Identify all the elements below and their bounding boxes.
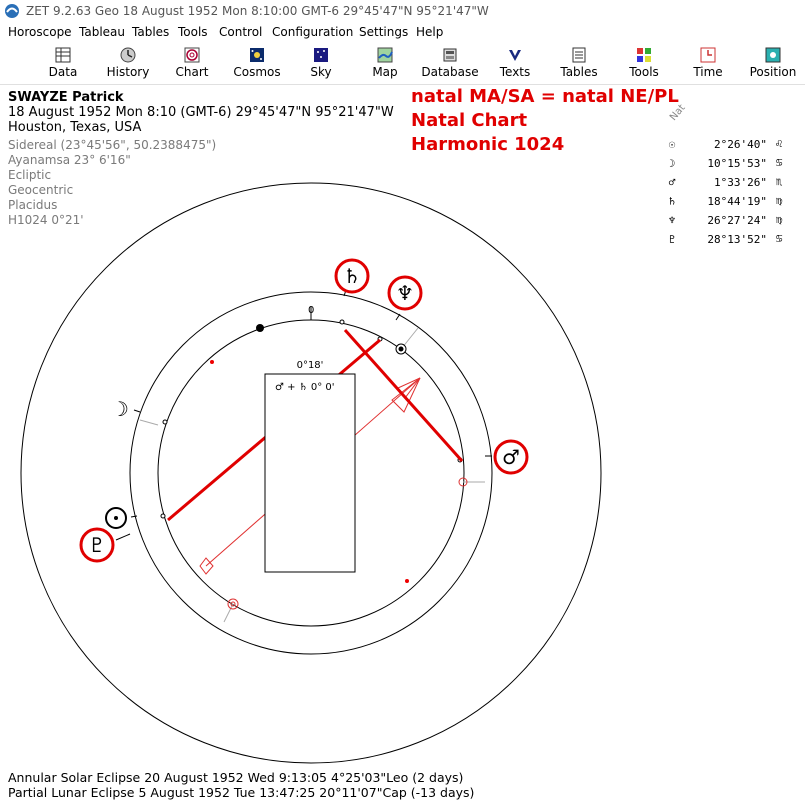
saturn-icon: ♄ [668, 195, 676, 208]
setting-ayanamsa: Ayanamsa 23° 6'16" [8, 153, 131, 167]
moon-glyph: ☽ [111, 397, 129, 421]
planet-row-saturn[interactable]: ♄ 18°44'19" ♍ [665, 194, 805, 213]
mars-icon: ♂ [668, 176, 676, 189]
person-name: SWAYZE Patrick [8, 90, 124, 105]
moon-tick [133, 409, 141, 413]
sun-glyph-dot [114, 516, 118, 520]
axis-stub [139, 419, 159, 426]
planet-position: 26°27'24" [707, 214, 767, 227]
box-angle: 0°18' [297, 360, 324, 371]
neptune-tick [395, 313, 401, 321]
setting-houses: Placidus [8, 198, 58, 212]
setting-harmonic: H1024 0°21' [8, 213, 84, 227]
pluto-tick [115, 533, 131, 541]
scorpio-icon: ♏ [775, 175, 783, 188]
planet-row-pluto[interactable]: ♇ 28°13'52" ♋ [665, 232, 805, 251]
ascendant-dot [256, 324, 264, 332]
eclipse-lunar: Partial Lunar Eclipse 5 August 1952 Tue … [8, 785, 475, 800]
midpoint-box [264, 373, 356, 573]
sun-marker-core [398, 346, 404, 352]
pluto-glyph: ♇ [88, 533, 106, 557]
red-dot [210, 360, 214, 364]
pluto-icon: ♇ [668, 233, 676, 246]
planet-row-moon[interactable]: ☽ 10°15'53" ♋ [665, 156, 805, 175]
person-datetime: 18 August 1952 Mon 8:10 (GMT-6) 29°45'47… [8, 105, 394, 120]
virgo-icon: ♍ [775, 194, 783, 207]
red-dot [405, 579, 409, 583]
leo-icon: ♌ [775, 137, 783, 150]
setting-coordinates: Ecliptic [8, 168, 52, 182]
person-place: Houston, Texas, USA [8, 120, 142, 135]
sun-tick [130, 515, 138, 518]
planet-row-sun[interactable]: ☉ 2°26'40" ♌ [665, 137, 805, 156]
planet-row-neptune[interactable]: ♆ 26°27'24" ♍ [665, 213, 805, 232]
planet-position: 1°33'26" [714, 176, 767, 189]
marker-small [339, 319, 345, 325]
annotation-line3: Harmonic 1024 [411, 134, 565, 155]
sun-icon: ☉ [668, 138, 676, 151]
planet-position: 28°13'52" [707, 233, 767, 246]
annotation-line1: natal MA/SA = natal NE/PL [411, 86, 679, 107]
marker-small [160, 513, 166, 519]
marker-small [162, 419, 168, 425]
setting-center: Geocentric [8, 183, 74, 197]
neptune-icon: ♆ [668, 214, 676, 227]
planet-position: 10°15'53" [707, 157, 767, 170]
cancer-icon: ♋ [775, 156, 783, 169]
neptune-glyph: ♆ [396, 281, 414, 305]
zero-label: 0 [308, 305, 314, 316]
planet-row-mars[interactable]: ♂ 1°33'26" ♏ [665, 175, 805, 194]
eclipse-solar: Annular Solar Eclipse 20 August 1952 Wed… [8, 770, 464, 785]
setting-zodiac: Sidereal (23°45'56", 50.2388475") [8, 138, 217, 152]
virgo-icon: ♍ [775, 213, 783, 226]
box-formula: ♂ + ♄ 0° 0' [275, 382, 335, 393]
planet-position: 2°26'40" [714, 138, 767, 151]
saturn-glyph: ♄ [343, 264, 361, 288]
mars-glyph: ♂ [502, 445, 520, 469]
moon-icon: ☽ [668, 157, 676, 170]
cancer-icon: ♋ [775, 232, 783, 245]
annotation-line2: Natal Chart [411, 110, 528, 131]
planet-position: 18°44'19" [707, 195, 767, 208]
